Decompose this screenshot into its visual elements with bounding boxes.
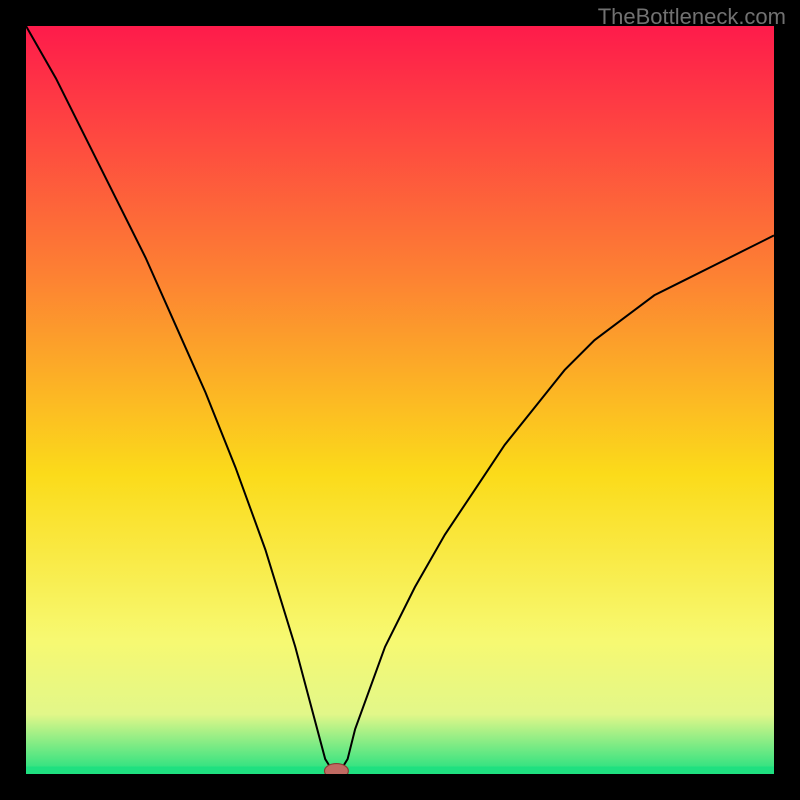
gradient-background (26, 26, 774, 774)
plot-area (26, 26, 774, 774)
chart-frame: TheBottleneck.com (0, 0, 800, 800)
optimal-point-marker (324, 764, 348, 774)
green-baseline-band (26, 767, 774, 774)
watermark-text: TheBottleneck.com (598, 4, 786, 30)
chart-svg (26, 26, 774, 774)
